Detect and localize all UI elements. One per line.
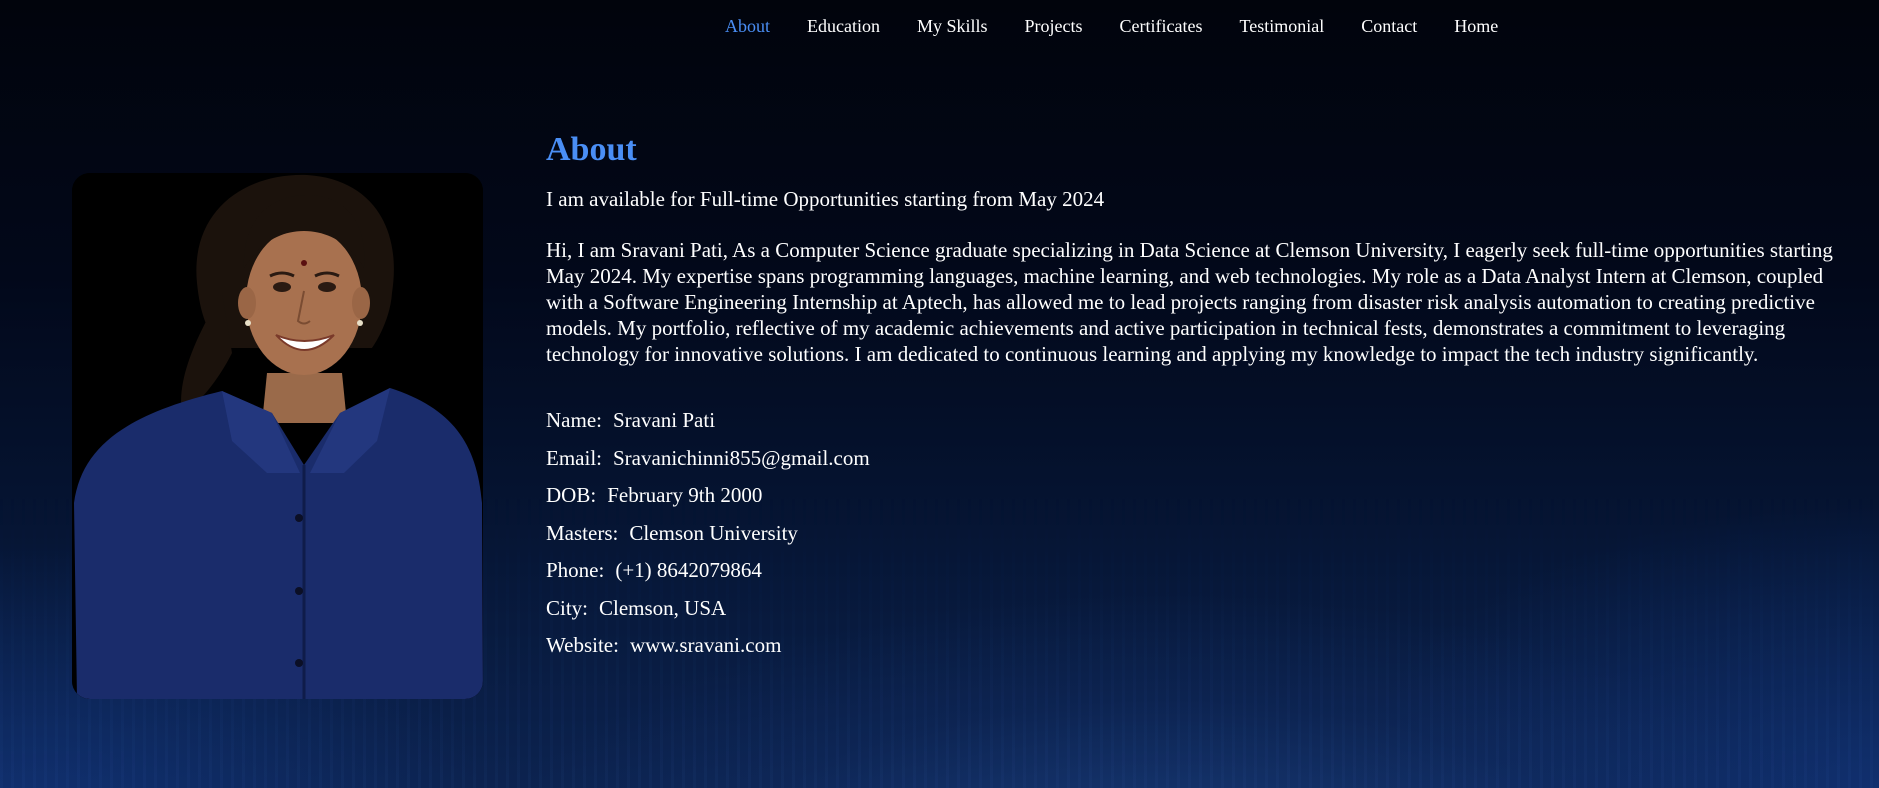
detail-label: Email: (546, 445, 602, 470)
detail-row-name: Name: Sravani Pati (546, 407, 1836, 445)
detail-value: (+1) 8642079864 (615, 558, 762, 582)
portrait-illustration (72, 173, 483, 699)
detail-row-email: Email: Sravanichinni855@gmail.com (546, 445, 1836, 483)
nav-menu: About Education My Skills Projects Certi… (725, 15, 1535, 37)
detail-value: Clemson, USA (599, 595, 727, 620)
detail-row-website: Website: www.sravani.com (546, 632, 1836, 670)
nav-item-projects[interactable]: Projects (1025, 15, 1083, 37)
bio-paragraph: Hi, I am Sravani Pati, As a Computer Sci… (546, 238, 1833, 366)
detail-label: Name: (546, 408, 602, 432)
detail-label: Phone: (546, 558, 605, 582)
top-navigation: About Education My Skills Projects Certi… (0, 0, 1879, 52)
detail-value[interactable]: Sravanichinni855@gmail.com (613, 446, 870, 470)
detail-row-phone: Phone: (+1) 8642079864 (546, 557, 1836, 595)
personal-details: Name: Sravani Pati Email: Sravanichinni855… (546, 407, 1836, 670)
nav-item-education[interactable]: Education (807, 15, 880, 37)
detail-label: DOB: (546, 483, 597, 507)
nav-item-about[interactable]: About (725, 15, 770, 37)
detail-row-dob: DOB: February 9th 2000 (546, 482, 1836, 520)
nav-item-contact[interactable]: Contact (1361, 15, 1417, 37)
nav-item-testimonial[interactable]: Testimonial (1239, 15, 1324, 37)
detail-value: February 9th 2000 (607, 483, 763, 507)
nav-item-certificates[interactable]: Certificates (1120, 15, 1203, 37)
detail-row-masters: Masters: Clemson University (546, 520, 1836, 558)
detail-value: Clemson University (629, 520, 798, 545)
section-heading: About (546, 131, 637, 168)
detail-row-city: City: Clemson, USA (546, 595, 1836, 633)
nav-item-my-skills[interactable]: My Skills (917, 15, 988, 37)
detail-label: City: (546, 595, 589, 620)
availability-text: I am available for Full-time Opportuniti… (546, 187, 1105, 211)
detail-label: Website: (546, 633, 619, 657)
detail-label: Masters: (546, 520, 619, 545)
detail-value: Sravani Pati (612, 408, 716, 432)
detail-value[interactable]: www.sravani.com (630, 633, 781, 657)
nav-item-home[interactable]: Home (1454, 15, 1498, 37)
profile-photo (72, 173, 483, 699)
about-section: About I am available for Full-time Oppor… (546, 128, 1836, 670)
